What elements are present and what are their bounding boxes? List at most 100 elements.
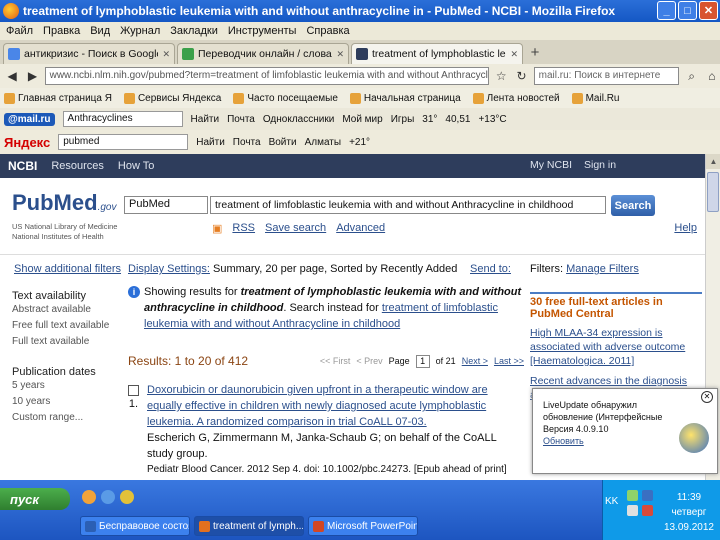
- menu-bookmarks[interactable]: Закладки: [170, 25, 218, 37]
- google-icon: [8, 48, 20, 60]
- prev-page-link[interactable]: < Prev: [356, 356, 382, 366]
- help-link[interactable]: Help: [674, 222, 697, 234]
- rss-link[interactable]: RSS: [232, 222, 255, 235]
- my-ncbi-link[interactable]: My NCBI: [530, 159, 572, 171]
- scroll-up-icon[interactable]: ▲: [706, 154, 720, 169]
- ie-quicklaunch-icon[interactable]: [101, 490, 115, 504]
- save-search-link[interactable]: Save search: [265, 222, 326, 235]
- weather-mailru[interactable]: +13°C: [478, 114, 506, 125]
- star-icon[interactable]: ☆: [493, 67, 509, 85]
- bookmark-most-visited[interactable]: Часто посещаемые: [233, 92, 338, 104]
- menu-help[interactable]: Справка: [306, 25, 349, 37]
- firefox-quicklaunch-icon[interactable]: [82, 490, 96, 504]
- scroll-thumb[interactable]: [707, 172, 719, 212]
- menu-edit[interactable]: Правка: [43, 25, 80, 37]
- pmc-box-title[interactable]: 30 free full-text articles in PubMed Cen…: [530, 292, 702, 320]
- send-to-link[interactable]: Send to:: [470, 263, 511, 275]
- search-icon[interactable]: ⌕: [683, 67, 699, 85]
- language-indicator[interactable]: KK: [605, 496, 618, 507]
- filter-option[interactable]: 10 years: [12, 394, 120, 410]
- bookmark-yandex-home[interactable]: Главная страница Я: [4, 92, 112, 104]
- filter-option[interactable]: Free full text available: [12, 318, 120, 334]
- clock[interactable]: 11:39 четверг 13.09.2012: [664, 490, 714, 535]
- start-button[interactable]: пуск: [0, 488, 70, 510]
- new-tab-button[interactable]: +: [525, 44, 545, 64]
- tab-promt[interactable]: Переводчик онлайн / словари - PROMT ✕: [177, 43, 349, 64]
- database-select[interactable]: PubMed: [124, 196, 208, 214]
- yandex-mail-link[interactable]: Почта: [233, 137, 261, 148]
- filter-option[interactable]: Custom range...: [12, 410, 120, 426]
- task-powerpoint[interactable]: Microsoft PowerPoint...: [308, 516, 418, 536]
- display-settings[interactable]: Display Settings: Summary, 20 per page, …: [128, 263, 457, 275]
- yandex-find-button[interactable]: Найти: [196, 137, 225, 148]
- forward-icon[interactable]: ▶: [24, 67, 40, 85]
- result-checkbox[interactable]: [128, 385, 139, 396]
- howto-menu[interactable]: How To: [118, 160, 154, 172]
- advanced-link[interactable]: Advanced: [336, 222, 385, 235]
- last-page-link[interactable]: Last >>: [494, 356, 524, 366]
- back-icon[interactable]: ◀: [4, 67, 20, 85]
- tab-close-icon[interactable]: ✕: [162, 49, 170, 60]
- mailru-find-button[interactable]: Найти: [191, 114, 220, 125]
- pubmed-search-input[interactable]: treatment of limfoblastic leukemia with …: [210, 196, 606, 214]
- currency-usd[interactable]: 31°: [422, 114, 437, 125]
- display-settings-link[interactable]: Display Settings:: [128, 263, 210, 275]
- yandex-logo[interactable]: Яндекс: [4, 135, 50, 150]
- menu-file[interactable]: Файл: [6, 25, 33, 37]
- minimize-button[interactable]: _: [657, 1, 676, 20]
- address-bar[interactable]: www.ncbi.nlm.nih.gov/pubmed?term=treatme…: [44, 67, 490, 85]
- tab-pubmed[interactable]: treatment of lymphoblastic leukemia with…: [351, 43, 523, 64]
- tab-close-icon[interactable]: ✕: [336, 49, 344, 60]
- maximize-button[interactable]: □: [678, 1, 697, 20]
- menu-tools[interactable]: Инструменты: [228, 25, 297, 37]
- menu-view[interactable]: Вид: [90, 25, 110, 37]
- antivirus-icon[interactable]: [642, 490, 653, 501]
- filter-option[interactable]: Abstract available: [12, 302, 120, 318]
- results-main: i Showing results for treatment of lymph…: [128, 284, 524, 478]
- ncbi-logo[interactable]: NCBI: [8, 159, 37, 173]
- yandex-weather[interactable]: +21°: [349, 137, 370, 148]
- mailru-logo[interactable]: @mail.ru: [4, 112, 55, 126]
- next-page-link[interactable]: Next >: [462, 356, 488, 366]
- page-number-input[interactable]: 1: [415, 354, 430, 368]
- menu-history[interactable]: Журнал: [120, 25, 160, 37]
- pmc-article-link[interactable]: High MLAA-34 expression is associated wi…: [530, 326, 702, 368]
- pubmed-gov: .gov: [97, 202, 117, 213]
- explorer-quicklaunch-icon[interactable]: [120, 490, 134, 504]
- mailru-search-input[interactable]: Anthracyclines: [62, 111, 183, 127]
- mailru-ok-link[interactable]: Одноклассники: [263, 114, 334, 125]
- tab-google[interactable]: антикризис - Поиск в Google ✕: [3, 43, 175, 64]
- yandex-login-link[interactable]: Войти: [269, 137, 297, 148]
- security-icon[interactable]: [642, 505, 653, 516]
- yandex-search-input[interactable]: pubmed: [58, 134, 189, 150]
- network-icon[interactable]: [627, 490, 638, 501]
- tab-close-icon[interactable]: ✕: [510, 49, 518, 60]
- bookmark-start-page[interactable]: Начальная страница: [349, 92, 461, 104]
- bookmark-mailru[interactable]: Mail.Ru: [571, 92, 620, 104]
- browser-search-input[interactable]: mail.ru: Поиск в интернете: [533, 67, 680, 85]
- search-button[interactable]: Search: [611, 195, 655, 216]
- close-icon[interactable]: ✕: [701, 391, 713, 403]
- yandex-city[interactable]: Алматы: [305, 137, 342, 148]
- volume-icon[interactable]: [627, 505, 638, 516]
- sign-in-link[interactable]: Sign in: [584, 159, 616, 171]
- pubmed-logo[interactable]: PubMed.gov: [12, 190, 116, 216]
- show-filters-link[interactable]: Show additional filters: [14, 263, 121, 275]
- first-page-link[interactable]: << First: [320, 356, 351, 366]
- close-button[interactable]: ✕: [699, 1, 718, 20]
- bookmark-news-feed[interactable]: Лента новостей: [472, 92, 560, 104]
- mailru-mail-link[interactable]: Почта: [227, 114, 255, 125]
- result-title-link[interactable]: Doxorubicin or daunorubicin given upfron…: [147, 382, 524, 430]
- mailru-games-link[interactable]: Игры: [391, 114, 415, 125]
- resources-menu[interactable]: Resources: [51, 160, 104, 172]
- task-word[interactable]: Бесправовое состояние: [80, 516, 190, 536]
- home-icon[interactable]: ⌂: [704, 67, 720, 85]
- filter-option[interactable]: 5 years: [12, 378, 120, 394]
- bookmark-yandex-services[interactable]: Сервисы Яндекса: [123, 92, 221, 104]
- mailru-myworld-link[interactable]: Мой мир: [342, 114, 382, 125]
- rss-icon[interactable]: ▣: [212, 222, 222, 235]
- filter-option[interactable]: Full text available: [12, 334, 120, 350]
- task-firefox[interactable]: treatment of lymph...: [194, 516, 304, 536]
- currency-eur[interactable]: 40,51: [445, 114, 470, 125]
- reload-icon[interactable]: ↻: [513, 67, 529, 85]
